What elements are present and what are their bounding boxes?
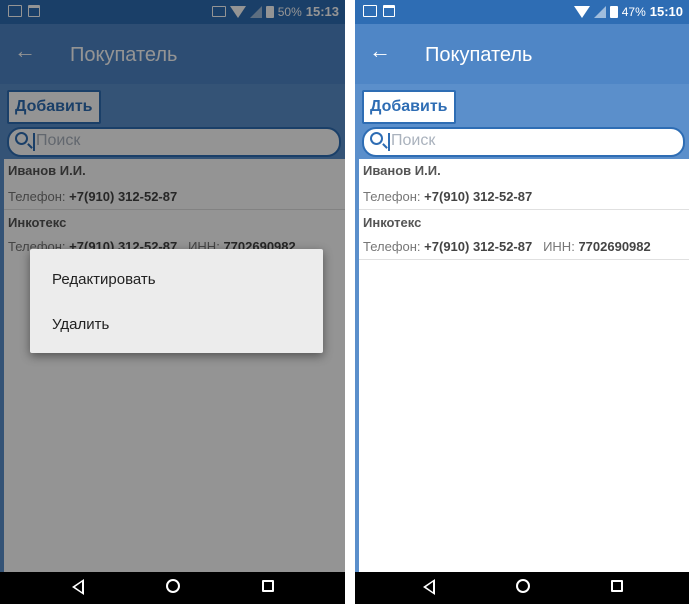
search-icon	[370, 132, 383, 145]
nav-recent-apps-icon[interactable]	[611, 580, 623, 592]
phone-screen-right: 47% 15:10 ← Покупатель Добавить Поиск Ив…	[355, 0, 689, 604]
divider	[359, 209, 689, 210]
phone-value: +7(910) 312-52-87	[424, 189, 533, 204]
battery-icon	[609, 5, 618, 18]
menu-item-edit[interactable]: Редактировать	[52, 271, 156, 288]
phone-value: +7(910) 312-52-87	[424, 239, 533, 254]
nav-back-icon[interactable]	[423, 579, 435, 595]
page-title: Покупатель	[425, 44, 533, 66]
customer-phone-line: Телефон: +7(910) 312-52-87 ИНН: 77026909…	[363, 239, 651, 254]
status-bar: 47% 15:10	[355, 0, 689, 24]
phone-label: Телефон:	[363, 189, 421, 204]
nav-home-icon[interactable]	[516, 579, 530, 593]
add-button[interactable]: Добавить	[362, 90, 456, 124]
phone-screen-left: 50% 15:13 ← Покупатель Добавить Поиск Ив…	[0, 0, 345, 604]
screenshot-separator	[345, 0, 355, 604]
search-input[interactable]: Поиск	[362, 127, 685, 157]
back-arrow-icon[interactable]: ←	[369, 40, 391, 62]
customer-name: Иванов И.И.	[363, 163, 441, 178]
nav-recent-apps-icon[interactable]	[262, 580, 274, 592]
customer-name: Инкотекс	[363, 215, 422, 230]
app-bar: ← Покупатель	[355, 24, 689, 84]
navigation-bar	[355, 572, 689, 604]
text-cursor	[388, 133, 390, 151]
navigation-bar	[0, 572, 345, 604]
nav-back-icon[interactable]	[72, 579, 84, 595]
context-menu-dialog: Редактировать Удалить	[30, 249, 323, 353]
menu-item-delete[interactable]: Удалить	[52, 316, 109, 333]
inn-label: ИНН:	[543, 239, 575, 254]
inn-value: 7702690982	[578, 239, 651, 254]
wifi-icon	[573, 5, 590, 18]
phone-label: Телефон:	[363, 239, 421, 254]
divider	[359, 259, 689, 260]
customer-list: Иванов И.И. Телефон: +7(910) 312-52-87 И…	[359, 159, 689, 572]
cash-register-icon	[383, 5, 395, 17]
search-placeholder: Поиск	[391, 132, 436, 149]
keyboard-icon	[363, 5, 377, 17]
clock: 15:10	[649, 4, 683, 19]
cell-signal-icon	[593, 5, 606, 18]
battery-percent: 47%	[621, 4, 646, 19]
nav-home-icon[interactable]	[166, 579, 180, 593]
customer-phone-line: Телефон: +7(910) 312-52-87	[363, 189, 532, 204]
